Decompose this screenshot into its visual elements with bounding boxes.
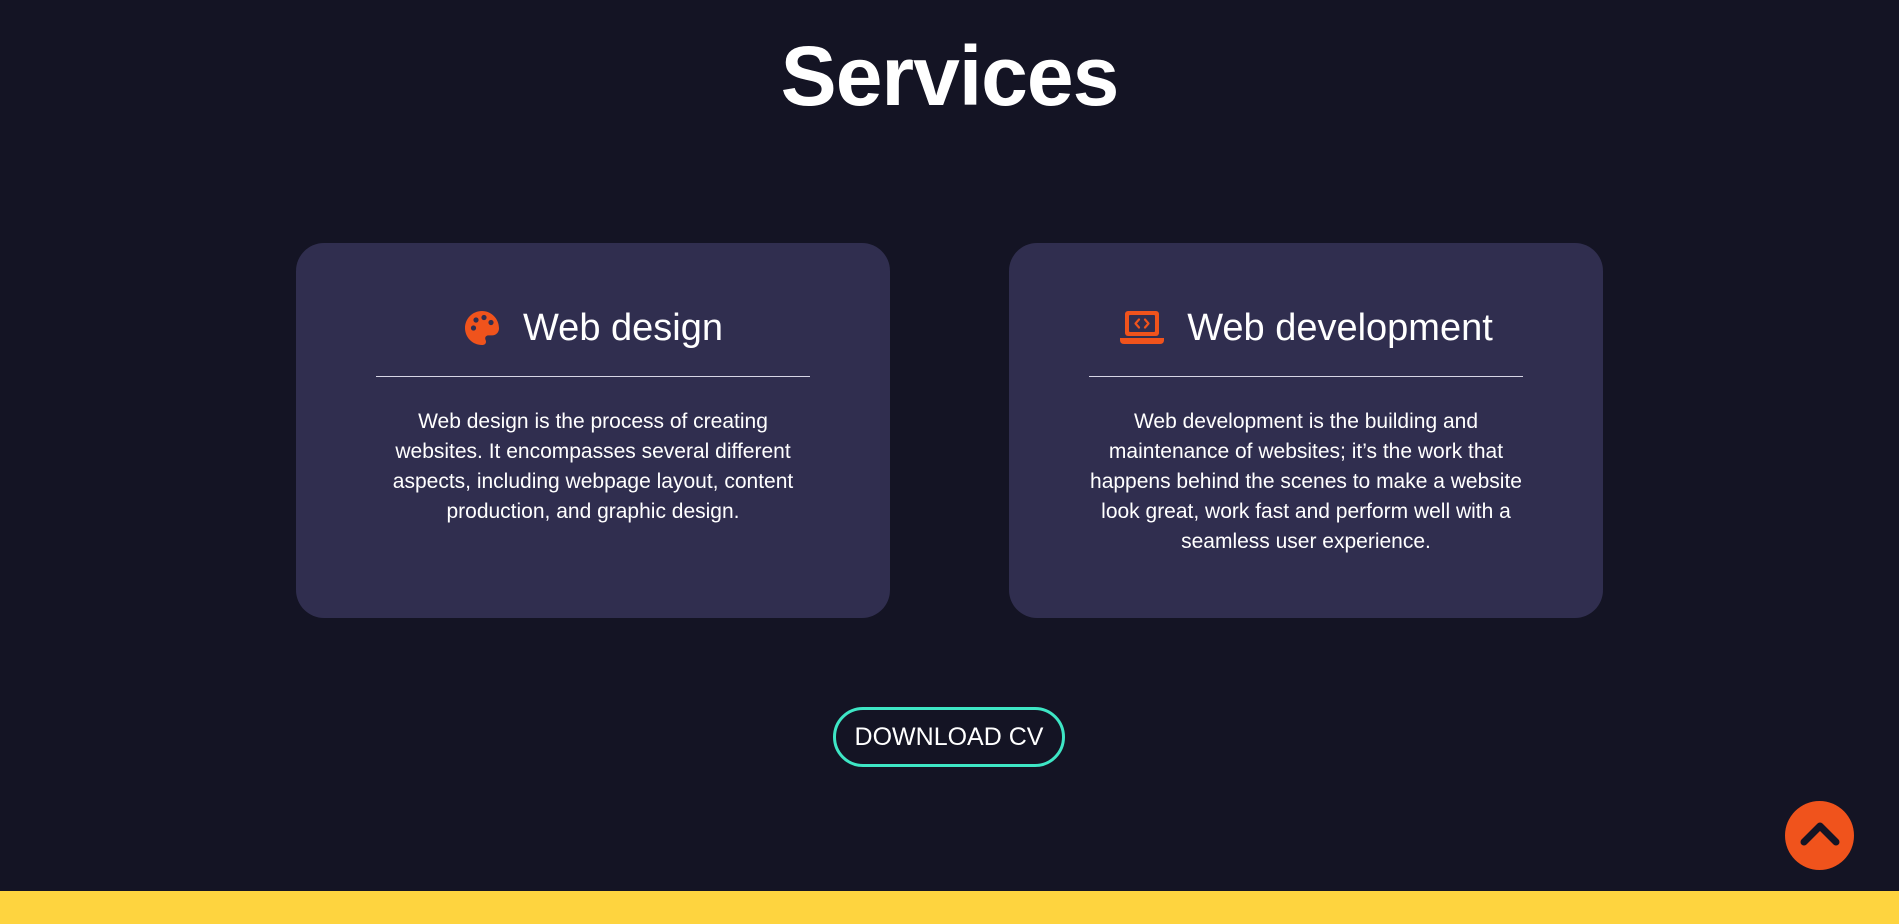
card-title: Web development — [1187, 307, 1493, 349]
section-title: Services — [780, 29, 1120, 123]
card-header: Web design — [296, 303, 890, 353]
service-card-web-design: Web design Web design is the process of … — [296, 243, 890, 618]
scroll-to-top-button[interactable] — [1785, 801, 1854, 870]
palette-icon — [463, 309, 501, 347]
card-divider — [376, 376, 810, 377]
card-title: Web design — [523, 307, 723, 349]
service-card-web-development: Web development Web development is the b… — [1009, 243, 1603, 618]
card-header: Web development — [1009, 303, 1603, 353]
card-description: Web design is the process of creating we… — [392, 410, 794, 523]
chevron-up-icon — [1798, 818, 1842, 853]
download-cv-button[interactable]: DOWNLOAD CV — [833, 707, 1065, 767]
card-divider — [1089, 376, 1523, 377]
footer-strip — [0, 891, 1899, 924]
laptop-code-icon — [1119, 309, 1165, 347]
card-description: Web development is the building and main… — [1090, 410, 1522, 553]
